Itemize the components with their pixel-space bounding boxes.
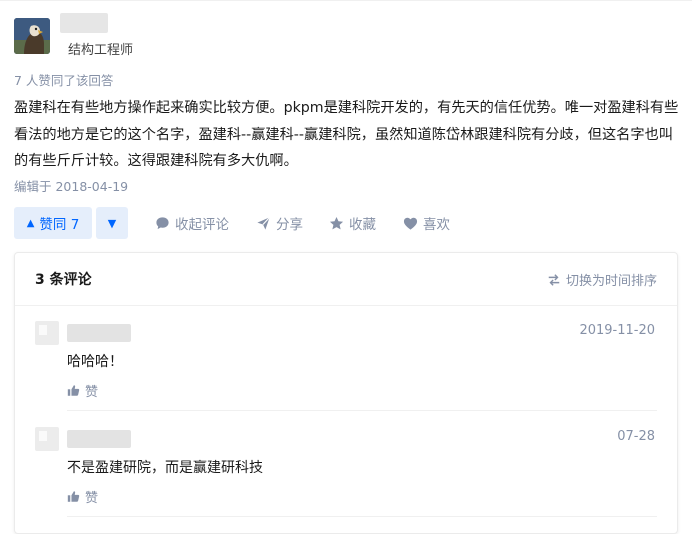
author-name-redacted[interactable] [60,13,108,33]
favorite-button[interactable]: 收藏 [329,207,376,239]
edit-timestamp[interactable]: 编辑于 2018-04-19 [14,176,128,195]
vote-down-button[interactable]: ▼ [96,207,128,239]
collapse-comments-button[interactable]: 收起评论 [155,207,229,239]
triangle-up-icon: ▲ [26,217,35,229]
votes-summary[interactable]: 7 人赞同了该回答 [14,70,113,89]
comment-divider [67,516,657,517]
paper-plane-icon [257,216,271,230]
thumbs-up-icon [67,491,80,502]
comment-like-label: 赞 [85,491,99,506]
comments-header: 3 条评论 切换为时间排序 [15,253,677,306]
top-divider [0,0,692,1]
like-label: 喜欢 [423,217,450,233]
triangle-down-icon: ▼ [107,216,117,230]
vote-up-button[interactable]: ▲ 赞同 7 [14,207,92,239]
comment-bubble-icon [156,216,169,229]
comments-panel: 3 条评论 切换为时间排序 2019-11-20 哈哈哈！ 赞 07-28 不是… [14,252,678,534]
comments-count: 3 条评论 [35,272,92,288]
author-headline: 结构工程师 [68,43,134,58]
comment-date: 2019-11-20 [579,323,655,338]
share-button[interactable]: 分享 [256,207,303,239]
commenter-name-redacted[interactable] [67,324,131,342]
commenter-avatar[interactable] [35,321,59,345]
comment-like-button[interactable]: 赞 [67,487,98,506]
answer-content: 盈建科在有些地方操作起来确实比较方便。pkpm是建科院开发的，有先天的信任优势。… [14,100,679,169]
answer-author: 结构工程师 [14,11,314,58]
favorite-label: 收藏 [349,217,376,233]
vote-up-label: 赞同 7 [39,217,80,233]
comment-date: 07-28 [617,429,655,444]
commenter-avatar[interactable] [35,427,59,451]
comment-like-button[interactable]: 赞 [67,381,98,400]
share-label: 分享 [276,217,303,233]
star-icon [329,216,344,229]
like-button[interactable]: 喜欢 [403,207,450,239]
sort-toggle-label: 切换为时间排序 [565,274,657,289]
comment-divider [67,410,657,411]
comment-like-label: 赞 [85,385,99,400]
commenter-name-redacted[interactable] [67,430,131,448]
swap-arrows-icon [548,273,560,286]
collapse-comments-label: 收起评论 [175,217,229,233]
author-avatar[interactable] [14,18,50,54]
heart-icon [403,217,418,230]
eagle-avatar-icon [14,18,50,54]
comment-text: 哈哈哈！ [67,354,123,370]
thumbs-up-icon [67,385,80,396]
comment-text: 不是盈建研院，而是赢建研科技 [67,460,263,476]
sort-toggle-button[interactable]: 切换为时间排序 [547,270,657,289]
answer-actions: ▲ 赞同 7 ▼ 收起评论 分享 收藏 喜欢 [14,207,674,239]
